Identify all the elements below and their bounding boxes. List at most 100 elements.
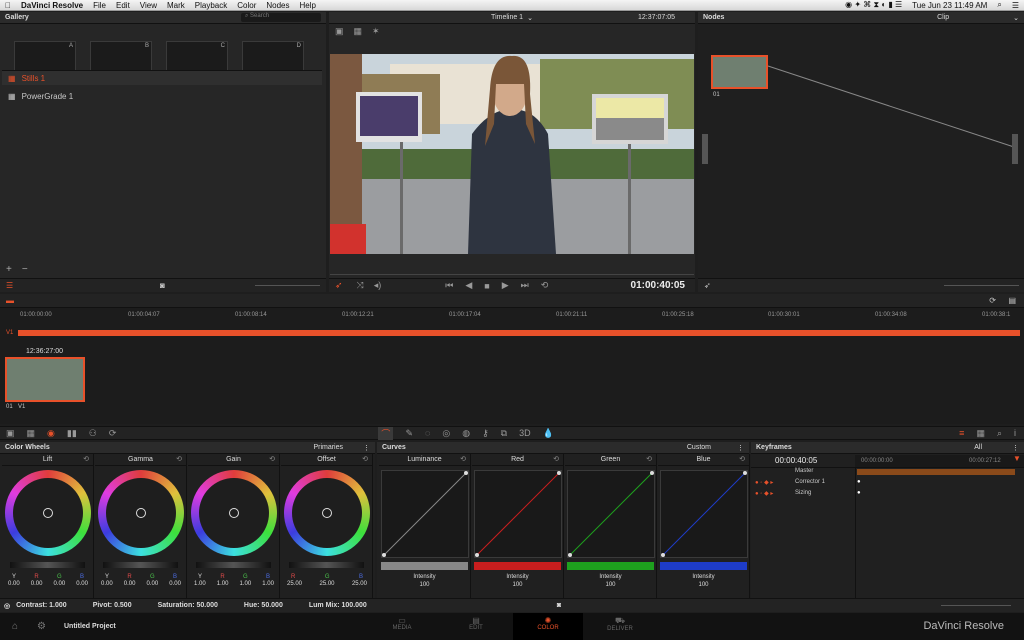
reset-icon[interactable]: ⟲ [362,455,368,463]
sync-icon[interactable]: ⟳ [989,296,996,305]
chevron-down-icon[interactable]: ⌄ [527,14,533,22]
stop-icon[interactable]: ■ [484,281,489,291]
motion-icon[interactable]: ⚇ [89,428,97,439]
channel-value[interactable]: 1.00 [194,581,206,587]
keyframes-filter[interactable]: All [974,444,982,451]
saturation-value[interactable]: Saturation: 50.000 [158,602,218,609]
reset-icon[interactable]: ⟲ [460,455,466,463]
keyframe-icons[interactable]: ● ◦ ◆ ▸ [755,490,773,497]
color-wheel[interactable] [98,470,184,556]
clip-thumbnail[interactable] [5,357,85,402]
color-wheels-icon[interactable]: ◉ [47,428,55,439]
rgb-mixer-icon[interactable]: ▮▮ [67,428,77,439]
curves-icon[interactable]: ⌒ [378,426,394,440]
reset-icon[interactable]: ⟲ [269,455,275,463]
channel-value[interactable]: 25.00 [352,581,367,587]
corrector-node-01[interactable] [711,55,768,89]
channel-value[interactable]: 1.00 [217,581,229,587]
skip-back-icon[interactable]: ⏮ [445,280,453,291]
menu-view[interactable]: View [135,1,162,10]
blur-icon[interactable]: ◍ [462,428,470,439]
speaker-icon[interactable]: ◂) [374,280,382,291]
more-options-icon[interactable]: ⋮ [737,444,744,452]
wheel-mode-selector[interactable]: Primaries [313,444,343,451]
playhead-icon[interactable]: ▼ [1013,454,1021,463]
video-frame[interactable] [330,54,694,254]
add-album-button[interactable]: + [6,264,12,275]
channel-value[interactable]: 0.00 [54,581,66,587]
timeline-selector[interactable]: Timeline 1 [491,14,523,21]
app-menu[interactable]: DaVinci Resolve [16,1,88,10]
status-icons[interactable]: ◉ ✦ ⌘ ⧗ ◐ ▮ ☰ [840,0,907,10]
intensity-value[interactable]: 100 [379,582,470,588]
intensity-value[interactable]: 100 [472,582,563,588]
droplet-icon[interactable]: 💧 [543,428,554,439]
list-view-icon[interactable]: ☰ [6,281,13,290]
curves-mode-selector[interactable]: Custom [687,444,711,451]
menu-file[interactable]: File [88,1,111,10]
tracker-icon[interactable]: ◎ [442,428,450,439]
more-options-icon[interactable]: ⋮ [363,444,370,452]
keyframe-dot[interactable]: ● [857,490,861,496]
curve-graph[interactable] [474,470,562,558]
master-wheel-slider[interactable] [289,562,364,568]
filmstrip-icon[interactable]: ▤ [1008,296,1016,305]
color-wheel[interactable] [191,470,277,556]
keyframes-toggle-icon[interactable]: ≡ [959,428,964,438]
intensity-value[interactable]: 100 [565,582,656,588]
menu-playback[interactable]: Playback [190,1,232,10]
viewer-scrubber[interactable] [330,274,694,275]
wheel-puck[interactable] [322,508,332,518]
menu-color[interactable]: Color [232,1,261,10]
wheel-puck[interactable] [43,508,53,518]
curve-graph[interactable] [660,470,748,558]
reset-icon[interactable]: ⟲ [739,455,745,463]
intensity-value[interactable]: 100 [658,582,749,588]
master-wheel-slider[interactable] [103,562,178,568]
channel-value[interactable]: 0.00 [147,581,159,587]
channel-value[interactable]: 0.00 [8,581,20,587]
window-icon[interactable]: ◌ [425,428,430,438]
single-view-icon[interactable]: ▣ [335,26,344,37]
curve-softclip-bar[interactable] [660,562,747,570]
key-icon[interactable]: ⚷ [482,428,489,439]
channel-value[interactable]: 0.00 [76,581,88,587]
master-keyframe-bar[interactable] [857,469,1015,475]
camera-icon[interactable]: ◙ [557,602,561,609]
loop-icon[interactable]: ⟲ [541,280,549,291]
page-color[interactable]: ✺ COLOR [513,613,583,640]
chevron-down-icon[interactable]: ⌄ [1013,14,1019,22]
skip-forward-icon[interactable]: ⏭ [521,280,529,291]
color-match-icon[interactable]: ▦ [27,428,36,439]
clock[interactable]: Tue Jun 23 11:49 AM [907,1,992,10]
menu-help[interactable]: Help [295,1,321,10]
timeline-icon[interactable]: ▬ [6,296,14,305]
home-icon[interactable]: ⌂ [12,621,18,632]
search-icon[interactable]: ⌕ [997,428,1002,439]
hue-value[interactable]: Hue: 50.000 [244,602,283,609]
rotate-icon[interactable]: ⟳ [109,428,117,439]
pointer-tool-icon[interactable]: ➶ [335,280,343,291]
contrast-value[interactable]: Contrast: 1.000 [16,602,67,609]
keyframe-row-sizing[interactable]: Sizing [795,490,811,496]
color-wheel[interactable] [5,470,91,556]
camera-raw-icon[interactable]: ▣ [6,428,15,439]
master-wheel-slider[interactable] [10,562,85,568]
grid-view-icon[interactable]: ▦ [354,26,363,37]
scopes-icon[interactable]: ▦ [976,428,985,439]
wheel-puck[interactable] [136,508,146,518]
qualifier-icon[interactable]: ✎ [405,428,413,439]
spotlight-icon[interactable]: ⌕ [992,0,1006,10]
gear-icon[interactable]: ⚙ [37,621,46,632]
curve-graph[interactable] [567,470,655,558]
lum-mix-value[interactable]: Lum Mix: 100.000 [309,602,367,609]
channel-value[interactable]: 25.00 [287,581,302,587]
nodes-clip-selector[interactable]: Clip [937,14,949,21]
curve-graph[interactable] [381,470,469,558]
page-deliver[interactable]: ⛟ DELIVER [598,616,642,632]
channel-value[interactable]: 0.00 [124,581,136,587]
page-media[interactable]: ▭ MEDIA [380,616,424,631]
reset-icon[interactable]: ◎ [4,602,10,610]
keyframe-icons[interactable]: ● ◦ ◆ ▸ [755,479,773,486]
channel-value[interactable]: 0.00 [31,581,43,587]
